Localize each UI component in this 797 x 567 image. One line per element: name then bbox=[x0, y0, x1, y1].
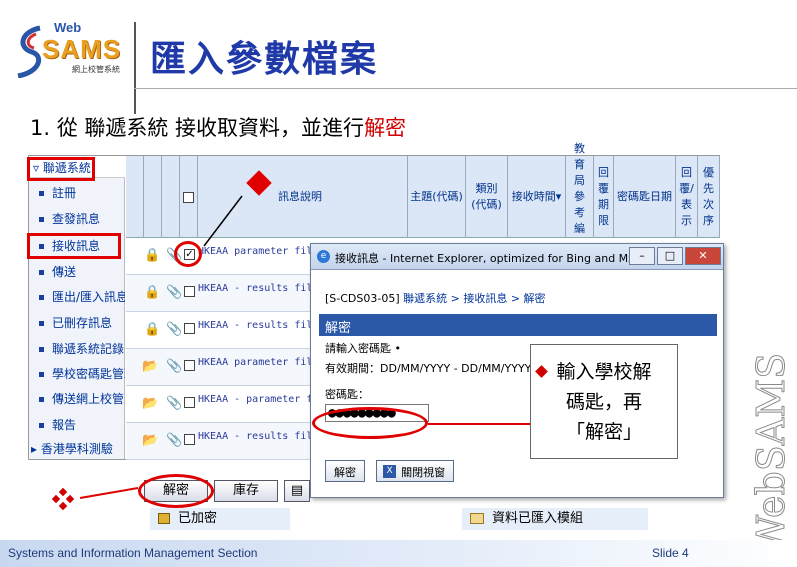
maximize-button[interactable]: □ bbox=[657, 247, 683, 265]
logo-subtitle: 網上校管系統 bbox=[72, 65, 120, 74]
bullet-icon bbox=[39, 372, 44, 377]
highlight-decrypt-button bbox=[138, 474, 214, 508]
minimize-button[interactable]: – bbox=[629, 247, 655, 265]
legend-imported: 資料已匯入模組 bbox=[462, 508, 648, 530]
sidebar-item-key-management[interactable]: 學校密碼匙管理 bbox=[29, 361, 125, 385]
bullet-icon bbox=[39, 423, 44, 428]
four-diamond-bullet-icon bbox=[52, 488, 74, 510]
paperclip-icon: 📎 bbox=[166, 285, 183, 300]
col-received-time[interactable]: 接收時間 ▾ bbox=[508, 156, 566, 238]
bullet-icon bbox=[39, 321, 44, 326]
folder-icon: 📂 bbox=[142, 433, 159, 448]
watermark-text: WebSAMS bbox=[749, 353, 793, 554]
section-header: 解密 bbox=[319, 314, 717, 336]
sidebar-item-sent[interactable]: 查發訊息 bbox=[29, 206, 125, 230]
logo-sams-text: SAMS bbox=[42, 34, 122, 64]
ie-icon: e bbox=[317, 250, 330, 263]
lock-icon bbox=[158, 513, 170, 524]
slide-number: Slide 4 bbox=[652, 546, 689, 560]
key-label: 密碼匙： bbox=[325, 388, 369, 401]
legend-encrypted: 已加密 bbox=[150, 508, 290, 530]
lock-icon: 🔒 bbox=[144, 322, 161, 337]
step-text: 1. 從 聯遞系統 接收取資料，並進行 bbox=[30, 116, 365, 140]
lock-icon: 🔒 bbox=[144, 285, 161, 300]
folder-icon: 📂 bbox=[142, 396, 159, 411]
row-checkbox[interactable] bbox=[184, 434, 195, 445]
paperclip-icon: 📎 bbox=[166, 433, 183, 448]
popup-decrypt-button[interactable]: 解密 bbox=[325, 460, 365, 482]
step-highlight: 解密 bbox=[364, 116, 407, 140]
col-category[interactable]: 類別(代碼) bbox=[466, 156, 508, 238]
paperclip-icon: 📎 bbox=[166, 322, 183, 337]
row-checkbox[interactable] bbox=[184, 323, 195, 334]
sidebar-item-register[interactable]: 註冊 bbox=[29, 180, 125, 204]
bullet-icon bbox=[39, 397, 44, 402]
popup-close-button[interactable]: X 關閉視窗 bbox=[376, 460, 455, 482]
col-reply-deadline[interactable]: 回覆期限 bbox=[594, 156, 614, 238]
col-subject[interactable]: 主題(代碼) bbox=[408, 156, 466, 238]
paperclip-icon: 📎 bbox=[166, 359, 183, 374]
pointer-line bbox=[79, 487, 139, 499]
col-edb-ref[interactable]: 教育局參考編號 bbox=[566, 142, 594, 251]
breadcrumb: [S-CDS03-05] 聯遞系統 > 接收訊息 > 解密 bbox=[325, 292, 546, 305]
highlight-checkbox bbox=[174, 241, 202, 267]
sidebar-item-log[interactable]: 聯遞系統記錄 bbox=[29, 336, 125, 360]
col-priority[interactable]: 優先次序 bbox=[698, 156, 720, 238]
col-reply[interactable]: 回覆/表示 bbox=[676, 156, 698, 238]
callout-line: 輸入學校解 bbox=[556, 361, 652, 383]
popup-buttons: 解密 X 關閉視窗 bbox=[325, 460, 460, 482]
bullet-icon bbox=[39, 347, 44, 352]
popup-titlebar[interactable]: e 接收訊息 - Internet Explorer, optimized fo… bbox=[311, 244, 723, 270]
sidebar-item-export-import[interactable]: 匯出/匯入訊息 bbox=[29, 284, 125, 308]
bullet-icon bbox=[39, 217, 44, 222]
folder-icon bbox=[470, 513, 484, 524]
row-checkbox[interactable] bbox=[184, 286, 195, 297]
folder-icon: 📂 bbox=[142, 359, 159, 374]
sidebar-item-hk-assessment[interactable]: ▸ 香港學科測驗 bbox=[29, 440, 125, 457]
col-key-date[interactable]: 密碼匙日期 bbox=[614, 156, 676, 238]
sidebar: ▿ 聯遞系統 註冊 查發訊息 接收訊息 傳送 匯出/匯入訊息 已刪存訊息 聯遞系… bbox=[29, 156, 125, 459]
close-window-button[interactable]: ✕ bbox=[685, 247, 721, 265]
highlight-received-item bbox=[27, 233, 121, 259]
websams-watermark: WebSAMS bbox=[749, 352, 794, 554]
library-button[interactable]: 庫存 bbox=[214, 480, 278, 502]
row-checkbox[interactable] bbox=[184, 397, 195, 408]
close-icon: X bbox=[383, 465, 397, 478]
footer-section: Systems and Information Management Secti… bbox=[8, 546, 258, 560]
header-divider-horizontal bbox=[134, 88, 797, 89]
bullet-icon bbox=[39, 191, 44, 196]
message-description: HKEAA parameter file bbox=[198, 246, 319, 257]
select-all-checkbox[interactable] bbox=[180, 156, 198, 238]
popup-title: 接收訊息 - Internet Explorer, optimized for … bbox=[335, 252, 644, 265]
bullet-icon bbox=[39, 270, 44, 275]
message-description: HKEAA parameter file bbox=[198, 357, 319, 368]
paperclip-icon: 📎 bbox=[166, 396, 183, 411]
more-button[interactable]: ▤ bbox=[284, 480, 310, 502]
sidebar-item-archived[interactable]: 已刪存訊息 bbox=[29, 310, 125, 334]
callout-line: 「解密」 bbox=[565, 421, 642, 443]
lock-icon: 🔒 bbox=[144, 248, 161, 263]
websams-logo: Web SAMS 網上校管系統 bbox=[14, 18, 132, 78]
instruction-callout: 輸入學校解 碼匙，再 「解密」 bbox=[530, 344, 678, 459]
page-title: 匯入參數檔案 bbox=[150, 38, 379, 80]
step-instruction: 1. 從 聯遞系統 接收取資料，並進行解密 bbox=[30, 112, 406, 142]
logo-web-text: Web bbox=[54, 20, 82, 35]
table-header: 訊息說明 主題(代碼) 類別(代碼) 接收時間▾ 教育局參考編號 回覆期限 密碼… bbox=[126, 142, 720, 251]
row-checkbox[interactable] bbox=[184, 360, 195, 371]
callout-line: 碼匙，再 bbox=[565, 391, 642, 413]
col-description[interactable]: 訊息說明 bbox=[198, 156, 408, 238]
bullet-icon bbox=[39, 295, 44, 300]
sidebar-item-send[interactable]: 傳送 bbox=[29, 259, 125, 283]
sidebar-item-report[interactable]: 報告 bbox=[29, 412, 125, 436]
highlight-sidebar-header bbox=[27, 157, 95, 181]
highlight-key-input bbox=[312, 407, 428, 439]
header-divider-vertical bbox=[134, 22, 136, 114]
sidebar-item-send-websams[interactable]: 傳送網上校管系統 bbox=[29, 386, 125, 410]
